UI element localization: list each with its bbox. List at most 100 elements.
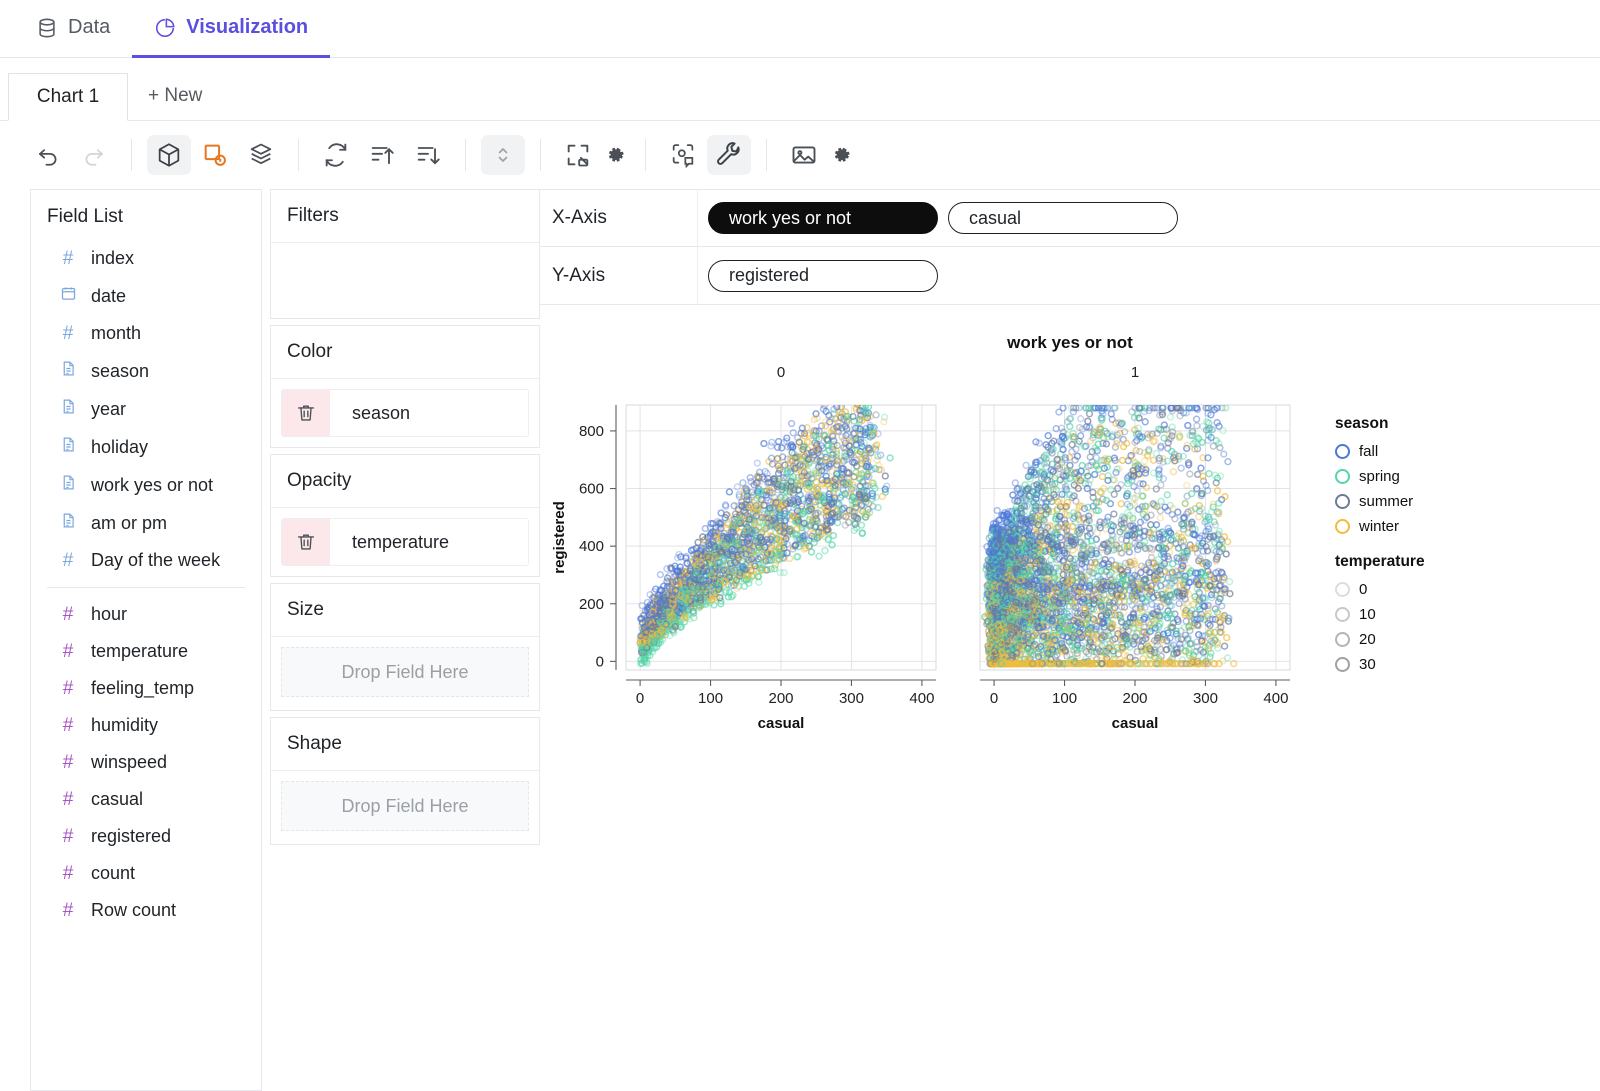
- x-axis-pills[interactable]: work yes or not casual: [698, 190, 1188, 246]
- data-point: [839, 391, 845, 397]
- insight-icon[interactable]: [661, 135, 705, 175]
- data-point: [634, 355, 640, 358]
- highlight-box-icon[interactable]: [193, 135, 237, 175]
- resize-chevrons-icon[interactable]: [481, 135, 525, 175]
- hash-icon: #: [62, 550, 74, 571]
- data-point: [855, 405, 861, 406]
- toolbar-divider-6: [766, 139, 767, 171]
- data-point: [858, 393, 864, 399]
- data-point: [860, 374, 866, 380]
- wrench-icon[interactable]: [707, 135, 751, 175]
- data-point: [877, 386, 883, 392]
- data-point: [876, 385, 882, 391]
- size-dropzone[interactable]: Drop Field Here: [271, 636, 539, 710]
- y-tick-label: 400: [579, 538, 604, 555]
- field-label: month: [91, 323, 142, 343]
- data-point: [628, 355, 634, 358]
- field-item-count[interactable]: # count: [31, 855, 261, 892]
- chart-tab-1[interactable]: Chart 1: [8, 73, 128, 121]
- image-icon[interactable]: [782, 135, 826, 175]
- data-point: [636, 355, 642, 358]
- filters-dropzone[interactable]: [271, 242, 539, 318]
- data-point: [636, 355, 642, 358]
- field-label: feeling_temp: [91, 678, 195, 698]
- x-axis-pill-casual[interactable]: casual: [948, 202, 1178, 234]
- data-point: [868, 361, 874, 367]
- opacity-dropzone[interactable]: temperature: [271, 507, 539, 576]
- field-item-month[interactable]: # month: [31, 315, 261, 352]
- shape-title: Shape: [287, 733, 342, 754]
- field-item-hour[interactable]: # hour: [31, 596, 261, 633]
- chart-canvas-area: work yes or not 0 0 100 200 300 400 casual 0 200…: [540, 305, 1600, 1091]
- data-point: [632, 355, 638, 358]
- field-item-year[interactable]: year: [31, 390, 261, 428]
- gear-icon-2[interactable]: [828, 135, 856, 175]
- opacity-field-label: temperature: [352, 531, 450, 552]
- cube-icon[interactable]: [147, 135, 191, 175]
- field-item-row-count[interactable]: # Row count: [31, 892, 261, 929]
- field-item-holiday[interactable]: holiday: [31, 428, 261, 466]
- fullscreen-icon[interactable]: [556, 135, 600, 175]
- data-point: [633, 355, 639, 358]
- field-item-date[interactable]: date: [31, 277, 261, 315]
- gear-icon[interactable]: [602, 135, 630, 175]
- field-item-winspeed[interactable]: # winspeed: [31, 744, 261, 781]
- shape-drop-placeholder[interactable]: Drop Field Here: [281, 781, 529, 831]
- data-point: [634, 355, 640, 358]
- field-item-feeling-temp[interactable]: # feeling_temp: [31, 670, 261, 707]
- field-item-humidity[interactable]: # humidity: [31, 707, 261, 744]
- field-item-work-yes-or-not[interactable]: work yes or not: [31, 466, 261, 504]
- color-field-chip[interactable]: season: [281, 389, 529, 437]
- data-point: [883, 385, 889, 391]
- size-drop-placeholder[interactable]: Drop Field Here: [281, 647, 529, 697]
- data-point: [631, 355, 637, 358]
- data-point: [636, 355, 642, 358]
- facet-title: 0: [777, 364, 785, 381]
- y-axis-pills[interactable]: registered: [698, 247, 948, 304]
- data-point: [636, 355, 642, 358]
- filters-shelf: Filters: [270, 189, 540, 319]
- data-point: [872, 376, 878, 382]
- trash-icon[interactable]: [282, 390, 330, 436]
- data-point: [630, 355, 636, 358]
- trash-icon[interactable]: [282, 519, 330, 565]
- data-point: [855, 405, 861, 406]
- sort-descending-icon[interactable]: [406, 135, 450, 175]
- x-axis-pill-work-yes-or-not[interactable]: work yes or not: [708, 202, 938, 234]
- layers-icon[interactable]: [239, 135, 283, 175]
- new-chart-button[interactable]: + New: [128, 72, 222, 120]
- data-point: [861, 396, 867, 402]
- shape-dropzone[interactable]: Drop Field Here: [271, 770, 539, 844]
- data-point: [876, 389, 882, 395]
- data-point: [842, 396, 848, 402]
- data-point: [637, 355, 643, 358]
- opacity-shelf: Opacity temperature: [270, 454, 540, 577]
- field-list-panel: Field List # index date # month season year hol…: [30, 189, 262, 1091]
- pill-label: casual: [969, 207, 1022, 228]
- opacity-field-chip[interactable]: temperature: [281, 518, 529, 566]
- hash-icon: #: [62, 752, 74, 773]
- data-point: [870, 373, 876, 379]
- field-item-registered[interactable]: # registered: [31, 818, 261, 855]
- color-shelf: Color season: [270, 325, 540, 448]
- color-title: Color: [287, 341, 333, 362]
- refresh-icon[interactable]: [314, 135, 358, 175]
- data-point: [873, 358, 879, 364]
- y-axis-pill-registered[interactable]: registered: [708, 259, 938, 292]
- tab-visualization[interactable]: Visualization: [132, 0, 331, 58]
- pill-label: registered: [729, 265, 810, 285]
- undo-icon[interactable]: [26, 135, 70, 175]
- field-item-season[interactable]: season: [31, 352, 261, 390]
- field-item-am-or-pm[interactable]: am or pm: [31, 504, 261, 542]
- field-item-temperature[interactable]: # temperature: [31, 633, 261, 670]
- document-icon: [60, 474, 77, 496]
- data-point: [634, 355, 640, 358]
- tab-data[interactable]: Data: [14, 0, 132, 58]
- color-dropzone[interactable]: season: [271, 378, 539, 447]
- data-point: [632, 355, 638, 358]
- filters-title: Filters: [287, 205, 339, 226]
- sort-ascending-icon[interactable]: [360, 135, 404, 175]
- field-item-casual[interactable]: # casual: [31, 781, 261, 818]
- field-item-day-of-the-week[interactable]: # Day of the week: [31, 542, 261, 579]
- field-item-index[interactable]: # index: [31, 240, 261, 277]
